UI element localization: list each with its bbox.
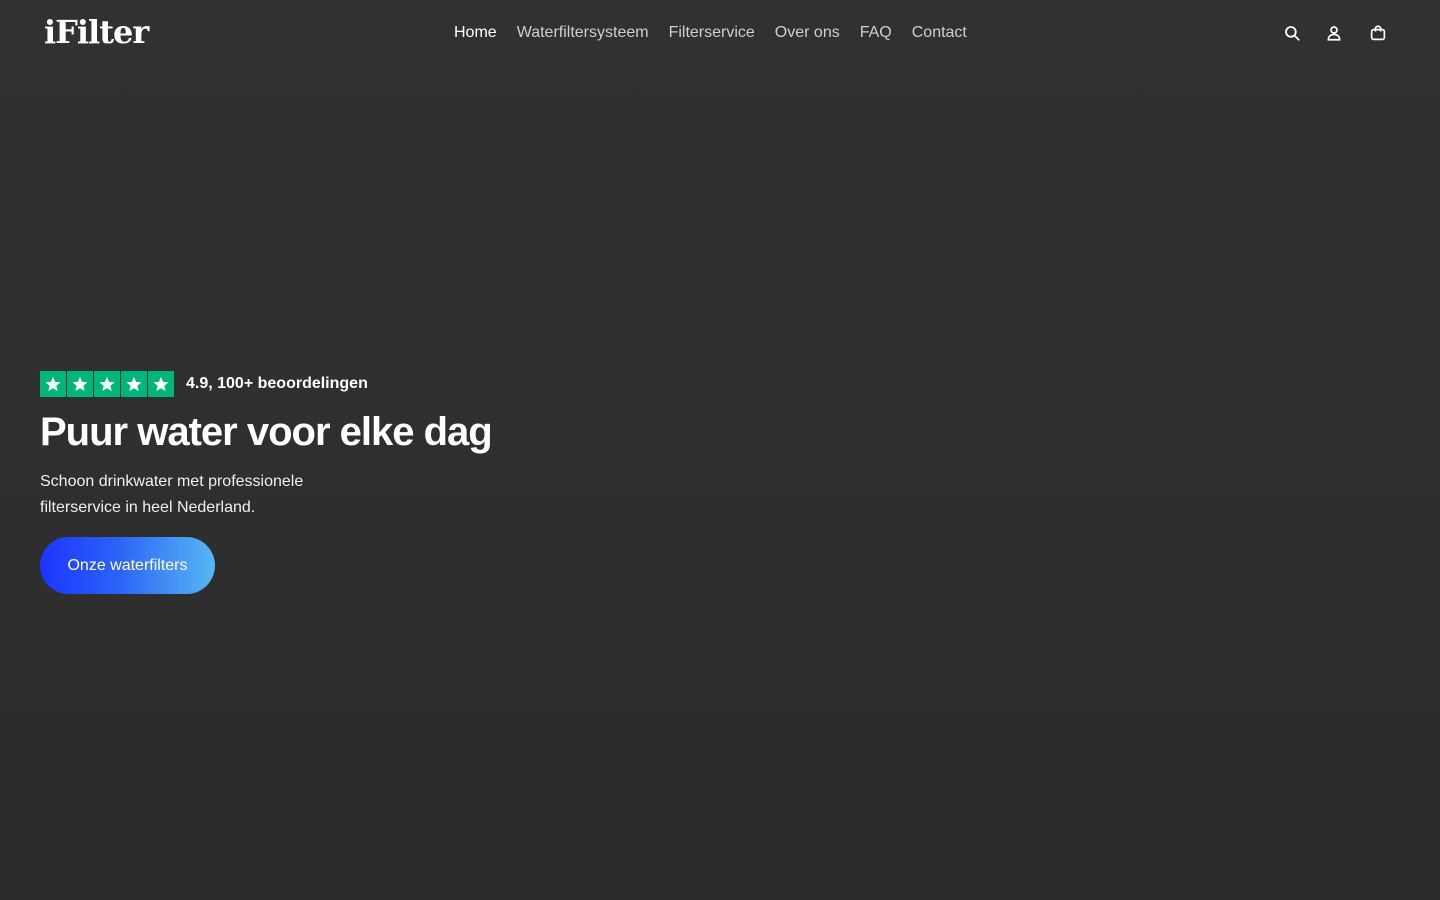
account-button[interactable]	[1323, 22, 1345, 44]
nav-item-home[interactable]: Home	[454, 22, 497, 44]
rating-text: 4.9, 100+ beoordelingen	[186, 375, 368, 392]
star-icon	[148, 371, 174, 397]
site-header: iFilter Home Waterfiltersysteem Filterse…	[0, 0, 1440, 66]
logo[interactable]: iFilter	[44, 12, 149, 52]
star-icon	[40, 371, 66, 397]
nav-item-over-ons[interactable]: Over ons	[775, 22, 840, 44]
star-icon	[94, 371, 120, 397]
cart-button[interactable]	[1367, 22, 1389, 44]
rating-stars	[40, 371, 174, 397]
rating-row: 4.9, 100+ beoordelingen	[40, 371, 740, 397]
account-icon	[1327, 26, 1341, 41]
nav-item-faq[interactable]: FAQ	[860, 22, 892, 44]
page: iFilter Home Waterfiltersysteem Filterse…	[0, 0, 1440, 900]
onze-waterfilters-button[interactable]: Onze waterfilters	[40, 537, 215, 594]
main-nav: Home Waterfiltersysteem Filterservice Ov…	[454, 22, 967, 44]
cart-icon	[1370, 25, 1386, 41]
hero-section: 4.9, 100+ beoordelingen Puur water voor …	[40, 371, 740, 594]
search-button[interactable]	[1281, 22, 1303, 44]
star-icon	[67, 371, 93, 397]
nav-item-waterfiltersysteem[interactable]: Waterfiltersysteem	[517, 22, 649, 44]
nav-item-contact[interactable]: Contact	[912, 22, 967, 44]
nav-item-filterservice[interactable]: Filterservice	[669, 22, 755, 44]
hero-subtext: Schoon drinkwater met professionele filt…	[40, 473, 304, 516]
hero-headline: Puur water voor elke dag	[40, 410, 493, 454]
star-icon	[121, 371, 147, 397]
search-icon	[1285, 26, 1300, 41]
